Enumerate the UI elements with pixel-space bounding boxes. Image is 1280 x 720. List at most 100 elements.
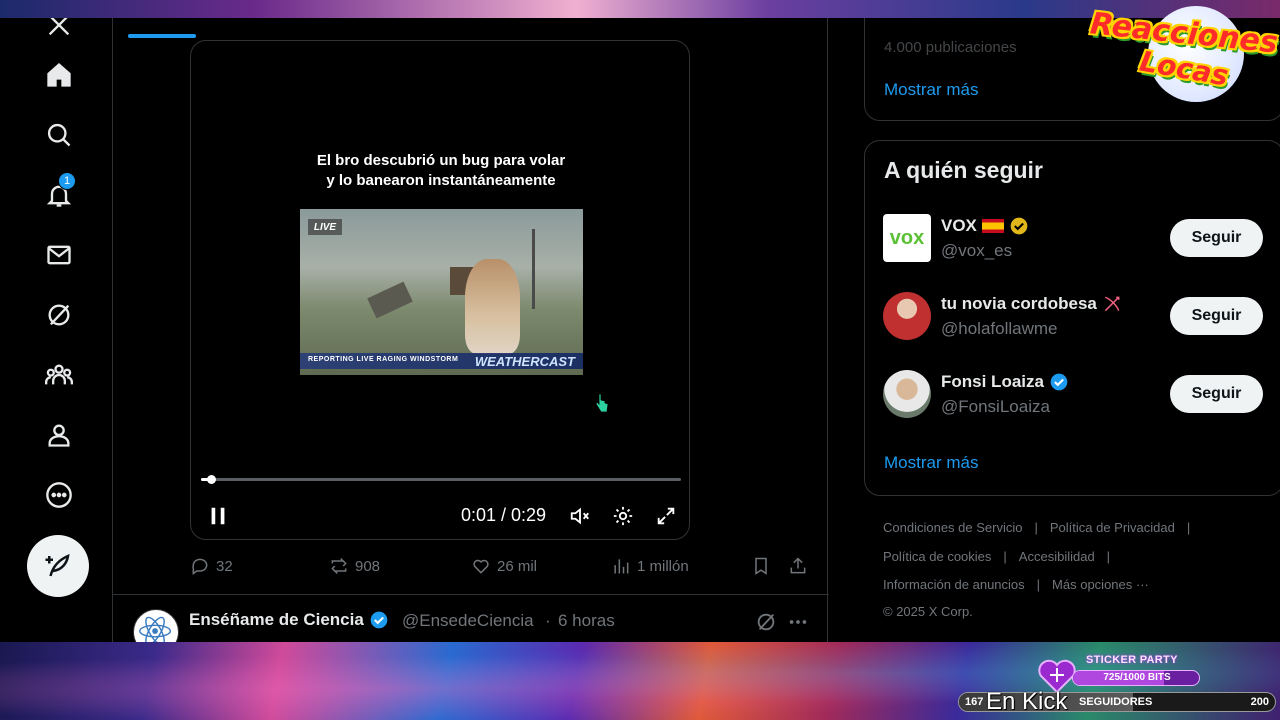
bookmark-button[interactable] [751,554,771,578]
vox-logo: vox [889,226,925,249]
next-post-dot: · [545,611,551,630]
feather-plus-icon [45,553,70,577]
communities-icon[interactable] [36,352,82,398]
hand-cursor-icon [595,393,609,413]
footer-separator: | [1186,520,1191,535]
grok-icon[interactable] [755,611,777,633]
post-actions: 32 908 26 mil 1 millón [190,554,810,578]
footer-line-2: Política de cookies | Accesibilidad | [883,549,1122,569]
like-count: 26 mil [497,557,538,575]
channel-logo: Reacciones Locas [1088,4,1280,104]
share-button[interactable] [788,554,808,578]
en-kick-text: En Kick [986,688,1068,715]
who-to-follow-title: A quién seguir [884,157,1043,183]
clip-lower-text: REPORTING LIVE RAGING WINDSTORM [308,356,459,363]
follow-button[interactable]: Seguir [1170,219,1263,257]
followers-end: 200 [1250,696,1269,708]
follow-handle[interactable]: @FonsiLoaiza [941,397,1050,417]
pause-icon [211,507,225,525]
more-options-icon[interactable] [787,611,809,633]
video-progress-bar[interactable] [201,475,681,484]
avatar[interactable] [883,370,931,418]
footer-separator: | [1003,549,1007,564]
follow-name[interactable]: Fonsi Loaiza [941,372,1069,392]
compose-post-button[interactable] [27,535,89,597]
privacy-link[interactable]: Política de Privacidad [1050,520,1175,535]
repost-button[interactable]: 908 [329,554,380,578]
notifications-badge: 1 [58,172,76,190]
views-button[interactable]: 1 millón [611,554,689,578]
fullscreen-button[interactable] [652,501,680,531]
spain-flag-icon [981,219,1004,233]
clip-pole [532,229,535,309]
mute-button[interactable] [566,501,594,531]
follow-button[interactable]: Seguir [1170,375,1263,413]
video-caption-line1: El bro descubrió un bug para volar [316,152,566,169]
video-time: 0:01 / 0:29 [461,505,547,525]
notifications-icon[interactable]: 1 [36,172,82,218]
video-progress-knob[interactable] [206,475,216,484]
cookies-link[interactable]: Política de cookies [883,549,991,564]
who-to-follow-show-more-link[interactable]: Mostrar más [884,453,978,473]
sticker-party-widget: STICKER PARTY 725/1000 BITS [1072,654,1200,692]
settings-button[interactable] [609,501,637,531]
avatar[interactable]: vox [883,214,931,262]
follow-name[interactable]: VOX [941,216,1029,236]
follow-handle[interactable]: @holafollawme [941,319,1057,339]
followers-label: SEGUIDORES [1079,696,1153,708]
footer-separator: | [1034,520,1038,535]
heart-icon [473,559,489,574]
x-logo-icon[interactable] [36,18,82,48]
timeline: El bro descubrió un bug para volar y lo … [112,18,829,642]
left-nav: 1 [0,18,112,642]
follow-row[interactable]: Fonsi Loaiza @FonsiLoaiza Seguir [865,370,1280,430]
follow-name[interactable]: tu novia cordobesa [941,294,1122,314]
next-post-handle[interactable]: @EnsedeCiencia [402,611,534,631]
next-post[interactable]: Enséñame de Ciencia @EnsedeCiencia · 6 h… [113,595,829,642]
clip-live-tag: LIVE [308,219,342,235]
repost-icon [331,557,347,575]
mail-icon[interactable] [36,232,82,278]
footer-line-1: Condiciones de Servicio | Política de Priv… [883,520,1202,540]
atom-icon [139,616,172,642]
more-icon[interactable] [36,472,82,518]
reply-icon [192,558,208,575]
home-icon[interactable] [36,52,82,98]
avatar[interactable] [883,292,931,340]
follow-row[interactable]: tu novia cordobesa @holafollawme Seguir [865,292,1280,352]
bow-arrow-icon [1104,296,1120,312]
follow-handle[interactable]: @vox_es [941,241,1012,261]
views-icon [614,559,629,574]
avatar[interactable] [133,609,179,642]
verified-badge-icon [1050,373,1068,391]
next-post-author[interactable]: Enséñame de Ciencia [189,610,389,630]
repost-count: 908 [355,557,381,575]
trend-post-count: 4.000 publicaciones [884,39,1017,56]
sticker-party-bar: 725/1000 BITS [1072,670,1200,686]
grok-icon[interactable] [36,292,82,338]
next-post-time[interactable]: 6 horas [558,611,615,631]
follow-row[interactable]: vox VOX @vox_es Seguir [865,214,1280,274]
trends-show-more-link[interactable]: Mostrar más [884,80,978,100]
clip-reporter [465,259,520,354]
like-button[interactable]: 26 mil [471,554,537,578]
who-to-follow-card: A quién seguir vox VOX @vox_es Seguir tu… [864,140,1280,496]
footer-separator: | [1036,577,1041,592]
x-app: 1 El bro descubrió un bug para volar y l… [0,18,1280,642]
video-player[interactable]: El bro descubrió un bug para volar y lo … [190,40,690,540]
ads-info-link[interactable]: Información de anuncios [883,577,1025,592]
search-icon[interactable] [36,112,82,158]
next-post-author-name: Enséñame de Ciencia [189,610,364,629]
reply-count: 32 [216,557,233,575]
accessibility-link[interactable]: Accesibilidad [1019,549,1095,564]
video-caption: El bro descubrió un bug para volar y lo … [191,151,689,191]
follow-button[interactable]: Seguir [1170,297,1263,335]
expand-icon [657,507,675,525]
more-options-link[interactable]: Más opciones ··· [1052,577,1149,592]
pause-button[interactable] [205,501,231,531]
profile-icon[interactable] [36,412,82,458]
terms-link[interactable]: Condiciones de Servicio [883,520,1022,535]
reply-button[interactable]: 32 [190,554,233,578]
gear-icon [613,506,633,526]
follow-name-text: tu novia cordobesa [941,294,1097,313]
